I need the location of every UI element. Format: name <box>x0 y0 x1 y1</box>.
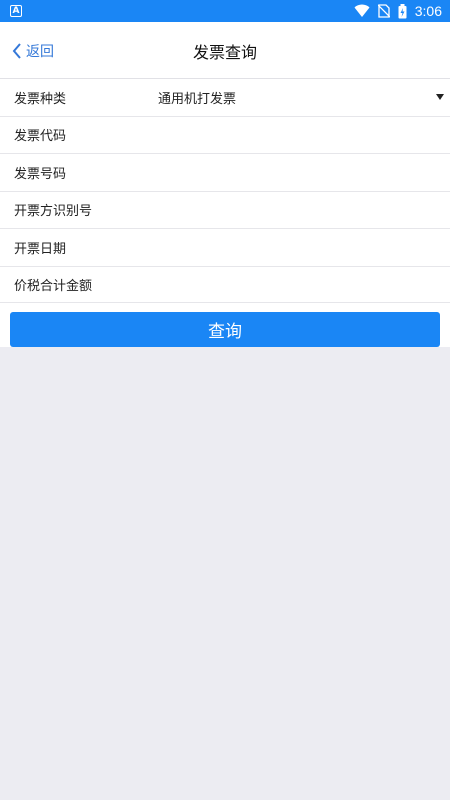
query-button[interactable]: 查询 <box>10 312 440 347</box>
app-header: 返回 发票查询 <box>0 22 450 79</box>
invoice-code-input[interactable] <box>158 122 436 147</box>
invoice-type-value: 通用机打发票 <box>158 91 237 107</box>
status-bar: A 3:06 <box>0 0 450 22</box>
invoice-number-input[interactable] <box>158 160 436 185</box>
battery-charging-icon <box>398 3 407 18</box>
app-notification-icon: A <box>10 5 22 17</box>
status-time: 3:06 <box>414 3 442 19</box>
invoice-code-row: 发票代码 <box>0 117 450 154</box>
taxpayer-id-label: 开票方识别号 <box>14 204 93 220</box>
invoice-number-row: 发票号码 <box>0 154 450 192</box>
invoice-date-label: 开票日期 <box>14 241 67 257</box>
invoice-query-form: 发票种类 通用机打发票 发票代码 发票号码 开票方识别号 开票日期 价税合计金额 <box>0 79 450 304</box>
invoice-date-input[interactable] <box>158 235 436 260</box>
total-amount-row: 价税合计金额 <box>0 267 450 304</box>
invoice-number-label: 发票号码 <box>14 166 67 182</box>
no-sim-icon <box>377 4 390 18</box>
invoice-type-select[interactable]: 发票种类 通用机打发票 <box>0 79 450 117</box>
invoice-type-label: 发票种类 <box>14 91 67 107</box>
invoice-code-label: 发票代码 <box>14 129 67 145</box>
total-amount-label: 价税合计金额 <box>14 279 93 295</box>
page-title: 发票查询 <box>192 43 257 62</box>
button-area: 查询 <box>0 302 450 347</box>
invoice-date-row: 开票日期 <box>0 229 450 267</box>
taxpayer-id-input[interactable] <box>158 197 436 222</box>
status-icons: 3:06 <box>354 3 442 19</box>
taxpayer-id-row: 开票方识别号 <box>0 192 450 229</box>
wifi-icon <box>354 4 370 17</box>
total-amount-input[interactable] <box>158 272 436 297</box>
dropdown-arrow-icon <box>436 94 444 100</box>
